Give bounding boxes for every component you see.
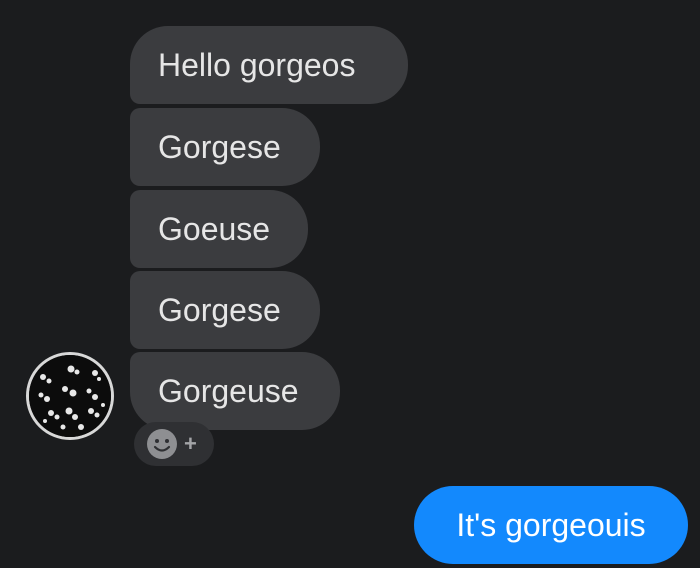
received-message-bubble[interactable]: Gorgese [130,108,320,186]
message-text: Gorgeuse [158,373,299,409]
chat-screen: Hello gorgeos Gorgese Goeuse Gorgese Gor… [0,0,700,568]
received-message-bubble[interactable]: Goeuse [130,190,308,268]
received-message-bubble[interactable]: Gorgese [130,271,320,349]
add-reaction-button[interactable]: + [134,422,214,466]
message-text: Goeuse [158,211,271,247]
sent-message-bubble[interactable]: It's gorgeouis [414,486,688,564]
smiley-face-icon [146,428,178,460]
contact-avatar[interactable] [26,352,114,440]
received-message-bubble[interactable]: Gorgeuse [130,352,340,430]
message-text: Gorgese [158,292,281,328]
message-text: It's gorgeouis [456,506,646,543]
add-reaction-label: + [184,431,197,456]
message-text: Hello gorgeos [158,47,356,83]
message-text: Gorgese [158,129,281,165]
received-message-bubble[interactable]: Hello gorgeos [130,26,408,104]
avatar-pattern-icon [29,355,111,437]
